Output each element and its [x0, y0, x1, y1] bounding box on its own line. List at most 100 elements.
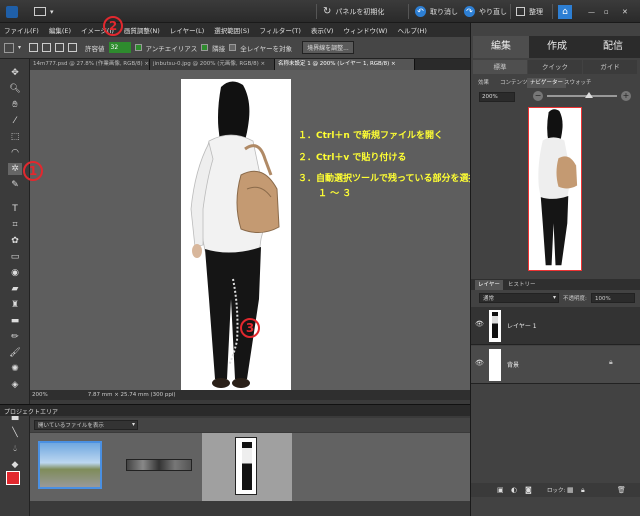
antialias-checkbox[interactable] [134, 44, 142, 51]
menu-file[interactable]: ファイル(F) [4, 25, 39, 35]
redo-icon: ↷ [464, 6, 475, 17]
refine-edge-button[interactable]: 境界線を調整... [302, 41, 354, 54]
contiguous-checkbox[interactable] [201, 44, 209, 51]
panel-tab-history[interactable]: ヒストリー [505, 280, 539, 290]
add-selection-icon[interactable] [42, 43, 52, 52]
navigator-zoom-slider[interactable] [547, 95, 617, 97]
menu-window[interactable]: ウィンドウ(W) [343, 25, 387, 35]
trash-icon[interactable]: 🗑︎ [617, 486, 626, 494]
all-layers-checkbox[interactable] [229, 44, 237, 51]
menu-edit[interactable]: 編集(E) [49, 25, 71, 35]
move-tool-icon[interactable]: ✥ [8, 67, 22, 79]
close-button[interactable]: ✕ [622, 4, 628, 19]
project-thumb-2[interactable] [126, 459, 192, 471]
lock-all-icon[interactable]: 🔒︎ [581, 486, 585, 495]
instruction-step-3: ３．自動選択ツールで残っている部分を選択 [298, 174, 478, 184]
navigator-slider-handle[interactable] [585, 92, 593, 98]
tab-edit[interactable]: 編集 [473, 36, 529, 58]
tolerance-input[interactable]: 32 [108, 42, 131, 53]
menu-filter[interactable]: フィルター(T) [260, 25, 301, 35]
tab-create[interactable]: 作成 [529, 36, 585, 58]
undo-button[interactable]: ↶ 取り消し [415, 4, 458, 19]
zoom-in-icon[interactable]: + [621, 91, 631, 101]
maximize-button[interactable]: ▫ [604, 4, 609, 19]
menu-help[interactable]: ヘルプ(H) [397, 25, 426, 35]
doc-tab-3[interactable]: 名称未設定 1 @ 200% (レイヤー 1, RGB/8) × [275, 59, 415, 70]
eyedropper-tool-icon[interactable]: ⁄ [8, 115, 22, 127]
lasso-tool-icon[interactable]: ◠ [8, 147, 22, 159]
subtract-selection-icon[interactable] [55, 43, 65, 52]
organize-button[interactable]: 整理 [516, 4, 543, 19]
paint-bucket-tool-icon[interactable]: ◈ [8, 379, 22, 391]
brush-tool-icon[interactable]: 🖌︎ [8, 347, 22, 359]
lock-transparent-icon[interactable]: ▦ [567, 486, 574, 494]
eye-icon[interactable]: 👁︎ [475, 320, 484, 328]
magic-wand-tool-icon[interactable]: ✲ [8, 163, 22, 175]
reset-panels-button[interactable]: ↻ パネルを初期化 [323, 4, 384, 19]
doc-tab-1[interactable]: 14m777.psd @ 27.8% (作業画像, RGB/8) × [30, 59, 150, 70]
opacity-label: 不透明度: [563, 296, 587, 302]
blur-tool-icon[interactable]: 💧︎ [8, 443, 22, 455]
intersect-selection-icon[interactable] [68, 43, 78, 52]
zoom-readout[interactable]: 200% [32, 392, 48, 398]
smart-brush-tool-icon[interactable]: ✺ [8, 363, 22, 375]
menu-layer[interactable]: レイヤー(L) [170, 25, 205, 35]
crop-tool-icon[interactable]: ⌗ [8, 219, 22, 231]
foreground-color-swatch[interactable] [6, 471, 20, 485]
clone-stamp-tool-icon[interactable]: ♜ [8, 299, 22, 311]
menu-enhance[interactable]: 画質調整(N) [124, 25, 160, 35]
navigator-zoom-input[interactable]: 200% [479, 92, 515, 102]
subtab-full[interactable]: 標準 [473, 60, 527, 74]
new-selection-icon[interactable] [29, 43, 39, 52]
tab-share[interactable]: 配信 [585, 36, 640, 58]
layer-row[interactable]: 👁︎ レイヤー 1 [471, 307, 640, 345]
quick-selection-tool-icon[interactable]: ✎ [8, 179, 22, 191]
eraser-tool-icon[interactable]: ▬ [8, 315, 22, 327]
straighten-tool-icon[interactable]: ▭ [8, 251, 22, 263]
screen-mode-button[interactable]: ▾ [34, 4, 54, 19]
layer-name: 背景 [507, 362, 520, 369]
menu-select[interactable]: 選択範囲(S) [214, 25, 249, 35]
red-eye-tool-icon[interactable]: ◉ [8, 267, 22, 279]
opacity-input[interactable]: 100% [591, 293, 635, 303]
tool-preset-picker[interactable] [4, 42, 14, 53]
zoom-out-icon[interactable]: − [533, 91, 543, 101]
redo-button[interactable]: ↷ やり直し [464, 4, 507, 19]
project-thumb-1[interactable] [38, 441, 102, 489]
antialias-label: アンチエイリアス [145, 44, 198, 53]
sponge-tool-icon[interactable]: ◆ [8, 459, 22, 471]
healing-brush-tool-icon[interactable]: ▰ [8, 283, 22, 295]
layer-row[interactable]: 👁︎ 背景 🔒︎ [471, 346, 640, 384]
blend-mode-select[interactable]: 通常 ▾ [479, 293, 559, 303]
line-tool-icon[interactable]: ╲ [8, 427, 22, 439]
subtab-guided[interactable]: ガイド [583, 60, 637, 74]
panel-tab-content[interactable]: コンテンツ [497, 78, 531, 88]
adjustment-layer-icon[interactable]: ◐ [511, 486, 517, 494]
doc-tab-2[interactable]: jinbutsu-0.jpg @ 200% (元画像, RGB/8) × [150, 59, 275, 70]
mask-icon[interactable]: ◙ [525, 486, 532, 494]
type-tool-icon[interactable]: T [8, 203, 22, 215]
menu-view[interactable]: 表示(V) [311, 25, 334, 35]
chevron-down-icon: ▾ [552, 294, 556, 301]
cookie-cutter-tool-icon[interactable]: ✿ [8, 235, 22, 247]
all-layers-label: 全レイヤーを対象 [240, 44, 293, 53]
navigator-preview[interactable] [528, 107, 582, 271]
home-button[interactable]: ⌂ [558, 4, 572, 19]
document-canvas[interactable] [181, 79, 291, 392]
panel-tab-layers[interactable]: レイヤー [475, 280, 503, 290]
subtab-quick[interactable]: クイック [528, 60, 582, 74]
marker-three: 3 [240, 318, 260, 338]
panel-tab-effects[interactable]: 効果 [475, 78, 492, 88]
pencil-tool-icon[interactable]: ✏ [8, 331, 22, 343]
marquee-tool-icon[interactable]: ⬚ [8, 131, 22, 143]
panel-tab-swatches[interactable]: スウォッチ [561, 78, 595, 88]
eye-icon[interactable]: 👁︎ [475, 359, 484, 367]
minimize-button[interactable]: — [588, 4, 595, 19]
project-bin-header: プロジェクトエリア [0, 404, 470, 416]
hand-tool-icon[interactable]: ✋︎ [8, 99, 22, 111]
lock-icon: 🔒︎ [609, 358, 613, 366]
project-thumb-3[interactable] [235, 437, 257, 495]
project-bin-show-select[interactable]: 開いているファイルを表示 ▾ [34, 420, 138, 430]
new-layer-icon[interactable]: ▣ [497, 486, 504, 494]
zoom-tool-icon[interactable]: 🔍︎ [8, 83, 22, 95]
